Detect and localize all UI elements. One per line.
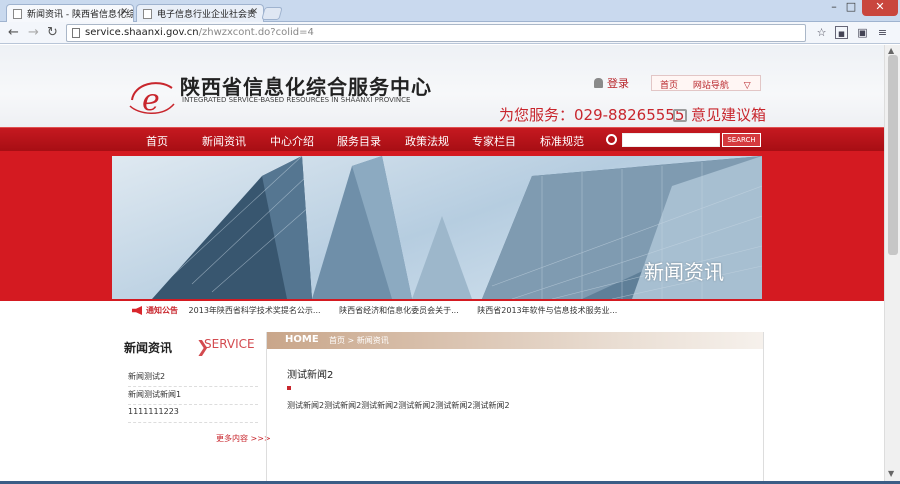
breadcrumb-path: 首页 > 新闻资讯 <box>329 336 389 345</box>
megaphone-icon <box>132 306 142 315</box>
nav-item-policies[interactable]: 政策法规 <box>405 133 449 149</box>
notice-bar: 通知公告 2013年陕西省科学技术奖提名公示... 陕西省经济和信息化委员会关于… <box>124 305 764 319</box>
notice-item[interactable]: 陕西省经济和信息化委员会关于... <box>339 306 459 315</box>
scroll-up-icon[interactable]: ▲ <box>888 46 894 55</box>
article-body: 测试新闻2测试新闻2测试新闻2测试新闻2测试新闻2测试新闻2 <box>287 401 510 410</box>
breadcrumb: HOME 首页 > 新闻资讯 <box>267 332 763 349</box>
login-label: 登录 <box>607 77 629 90</box>
vertical-scrollbar[interactable]: ▲ ▼ <box>884 45 900 481</box>
reload-icon[interactable]: ↻ <box>47 25 58 40</box>
nav-item-home[interactable]: 首页 <box>146 133 168 149</box>
url-host: service.shaanxi.gov.cn <box>85 27 199 38</box>
top-links: 首页 网站导航 ▽ <box>651 75 761 91</box>
menu-icon[interactable]: ≡ <box>876 26 889 39</box>
sidebar-item[interactable]: 1111111223 <box>128 407 258 423</box>
banner-image: 新闻资讯 <box>112 156 762 299</box>
notice-item[interactable]: 陕西省2013年软件与信息技术服务业... <box>477 306 617 315</box>
service-phone: 为您服务：029-88265555 <box>499 106 685 124</box>
nav-item-news[interactable]: 新闻资讯 <box>188 127 248 151</box>
browser-toolbar: ← → ↻ service.shaanxi.gov.cn/zhwzxcont.d… <box>0 22 900 44</box>
nav-item-about[interactable]: 中心介绍 <box>270 133 314 149</box>
feedback-label: 意见建议箱 <box>691 106 767 124</box>
address-bar[interactable]: service.shaanxi.gov.cn/zhwzxcont.do?coli… <box>66 24 806 42</box>
minimize-button[interactable]: – <box>826 0 842 16</box>
bullet-marker <box>287 386 291 390</box>
site-header: e 陕西省信息化综合服务中心 INTEGRATED SERVICE-BASED … <box>0 45 884 127</box>
back-arrow-icon[interactable]: ← <box>8 25 19 40</box>
page-favicon-icon <box>13 9 22 19</box>
page-viewport: e 陕西省信息化综合服务中心 INTEGRATED SERVICE-BASED … <box>0 45 884 481</box>
login-link[interactable]: 登录 <box>594 75 629 91</box>
mailbox-icon <box>673 109 687 122</box>
browser-tabbar: 新闻资讯 - 陕西省信息化综 ✕ 电子信息行业企业社会责 ✕ – □ ✕ <box>0 0 900 22</box>
extension-icon[interactable]: ▣ <box>856 26 869 39</box>
site-logo-icon[interactable]: e <box>128 74 176 120</box>
banner-title: 新闻资讯 <box>644 260 724 284</box>
notice-label: 通知公告 <box>146 306 178 315</box>
tab-title: 新闻资讯 - 陕西省信息化综 <box>27 10 134 20</box>
close-icon[interactable]: ✕ <box>250 7 258 17</box>
scrollbar-thumb[interactable] <box>888 55 898 255</box>
svg-text:e: e <box>142 83 160 118</box>
notice-item[interactable]: 2013年陕西省科学技术奖提名公示... <box>189 306 321 315</box>
search-button[interactable]: SEARCH <box>722 133 761 147</box>
bookmark-star-icon[interactable]: ☆ <box>815 26 828 39</box>
sidebar: 新闻资讯 ❯ SERVICE 新闻测试2 新闻测试新闻1 1111111223 … <box>124 337 271 443</box>
search-icon <box>606 134 617 145</box>
window-close-button[interactable]: ✕ <box>862 0 898 16</box>
breadcrumb-home[interactable]: HOME <box>285 334 319 345</box>
site-map-link[interactable]: 网站导航 <box>693 81 729 91</box>
url-path: /zhwzxcont.do?colid=4 <box>198 27 314 38</box>
site-subtitle: INTEGRATED SERVICE-BASED RESOURCES IN SH… <box>182 96 411 104</box>
user-icon <box>594 78 603 88</box>
main-nav: 首页 新闻资讯 中心介绍 服务目录 政策法规 专家栏目 标准规范 SEARCH <box>0 127 884 151</box>
sidebar-service-label: SERVICE <box>204 337 255 351</box>
page-favicon-icon <box>143 9 152 19</box>
nav-item-standards[interactable]: 标准规范 <box>540 133 584 149</box>
sidebar-list: 新闻测试2 新闻测试新闻1 1111111223 <box>128 371 258 425</box>
maximize-button[interactable]: □ <box>843 0 859 16</box>
scroll-down-icon[interactable]: ▼ <box>888 469 894 478</box>
article-title: 测试新闻2 <box>287 370 334 381</box>
tab-title: 电子信息行业企业社会责 <box>157 10 257 20</box>
chevron-down-icon: ▽ <box>743 81 751 91</box>
new-tab-button[interactable] <box>261 7 283 20</box>
article-panel: HOME 首页 > 新闻资讯 测试新闻2 测试新闻2测试新闻2测试新闻2测试新闻… <box>266 332 764 481</box>
nav-item-experts[interactable]: 专家栏目 <box>472 133 516 149</box>
forward-arrow-icon[interactable]: → <box>28 25 39 40</box>
extension-icon[interactable]: ▪ <box>835 26 848 40</box>
nav-item-services[interactable]: 服务目录 <box>337 133 381 149</box>
sidebar-item[interactable]: 新闻测试新闻1 <box>128 389 258 405</box>
close-icon[interactable]: ✕ <box>120 7 128 17</box>
browser-tab[interactable]: 电子信息行业企业社会责 ✕ <box>136 4 264 22</box>
search-input[interactable] <box>622 133 720 147</box>
home-link[interactable]: 首页 <box>660 81 678 91</box>
page-icon <box>72 28 80 38</box>
browser-tab-active[interactable]: 新闻资讯 - 陕西省信息化综 ✕ <box>6 4 134 22</box>
feedback-link[interactable]: 意见建议箱 <box>673 104 766 125</box>
more-link[interactable]: 更多内容 >>> <box>216 433 271 444</box>
sidebar-item[interactable]: 新闻测试2 <box>128 371 258 387</box>
